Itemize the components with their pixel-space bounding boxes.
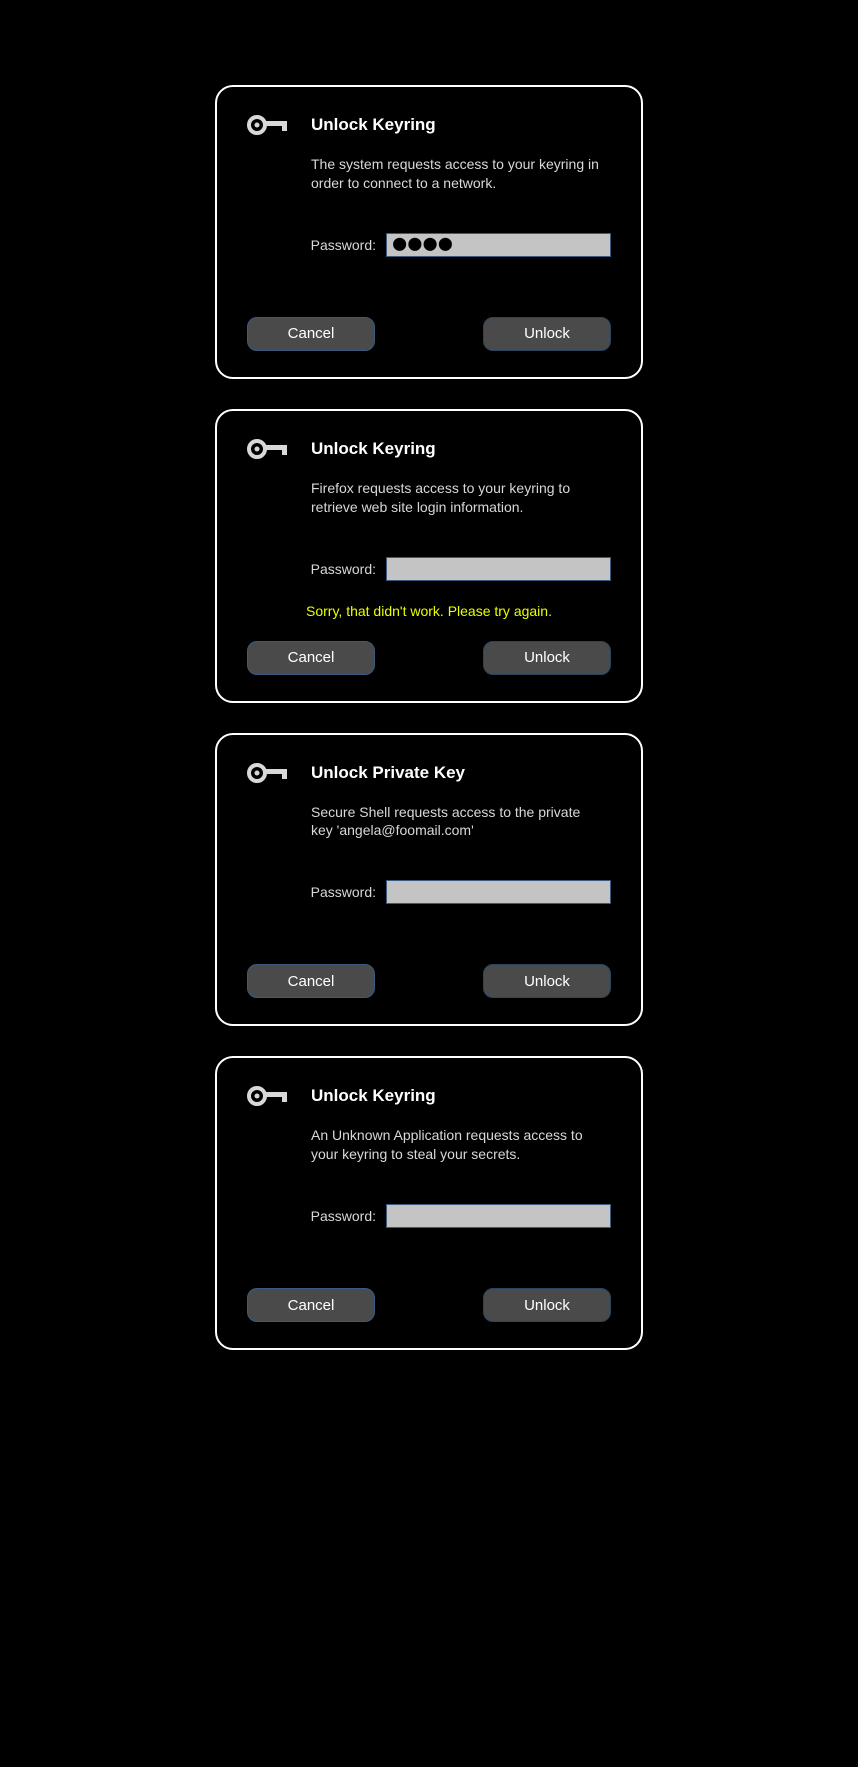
- unlock-button[interactable]: Unlock: [483, 317, 611, 351]
- password-row: Password:: [247, 1204, 611, 1228]
- unlock-button[interactable]: Unlock: [483, 641, 611, 675]
- button-row: Cancel Unlock: [247, 641, 611, 675]
- cancel-button[interactable]: Cancel: [247, 641, 375, 675]
- password-row: Password:: [247, 880, 611, 904]
- button-row: Cancel Unlock: [247, 964, 611, 998]
- dialog-header: Unlock Keyring: [247, 113, 611, 137]
- password-label: Password:: [311, 237, 376, 253]
- button-row: Cancel Unlock: [247, 1288, 611, 1322]
- password-input[interactable]: ●●●●: [386, 233, 611, 257]
- dialog-title: Unlock Keyring: [311, 115, 436, 135]
- dialog-title: Unlock Keyring: [311, 439, 436, 459]
- keyring-dialog: Unlock Keyring The system requests acces…: [215, 85, 643, 379]
- unlock-button[interactable]: Unlock: [483, 1288, 611, 1322]
- dialog-description: The system requests access to your keyri…: [311, 155, 601, 193]
- button-row: Cancel Unlock: [247, 317, 611, 351]
- password-row: Password:: [247, 557, 611, 581]
- dialog-description: Secure Shell requests access to the priv…: [311, 803, 601, 841]
- password-input[interactable]: [386, 880, 611, 904]
- password-row: Password: ●●●●: [247, 233, 611, 257]
- key-icon: [247, 761, 291, 785]
- password-label: Password:: [311, 1208, 376, 1224]
- key-icon: [247, 437, 291, 461]
- password-input[interactable]: [386, 557, 611, 581]
- dialog-header: Unlock Keyring: [247, 1084, 611, 1108]
- dialog-description: An Unknown Application requests access t…: [311, 1126, 601, 1164]
- error-message: Sorry, that didn't work. Please try agai…: [247, 603, 611, 619]
- keyring-dialog: Unlock Keyring An Unknown Application re…: [215, 1056, 643, 1350]
- password-input[interactable]: [386, 1204, 611, 1228]
- key-icon: [247, 113, 291, 137]
- dialog-header: Unlock Private Key: [247, 761, 611, 785]
- dialog-header: Unlock Keyring: [247, 437, 611, 461]
- keyring-dialog: Unlock Private Key Secure Shell requests…: [215, 733, 643, 1027]
- cancel-button[interactable]: Cancel: [247, 964, 375, 998]
- dialog-title: Unlock Private Key: [311, 763, 465, 783]
- unlock-button[interactable]: Unlock: [483, 964, 611, 998]
- cancel-button[interactable]: Cancel: [247, 317, 375, 351]
- dialog-title: Unlock Keyring: [311, 1086, 436, 1106]
- password-label: Password:: [311, 884, 376, 900]
- key-icon: [247, 1084, 291, 1108]
- dialog-description: Firefox requests access to your keyring …: [311, 479, 601, 517]
- password-label: Password:: [311, 561, 376, 577]
- cancel-button[interactable]: Cancel: [247, 1288, 375, 1322]
- keyring-dialog: Unlock Keyring Firefox requests access t…: [215, 409, 643, 703]
